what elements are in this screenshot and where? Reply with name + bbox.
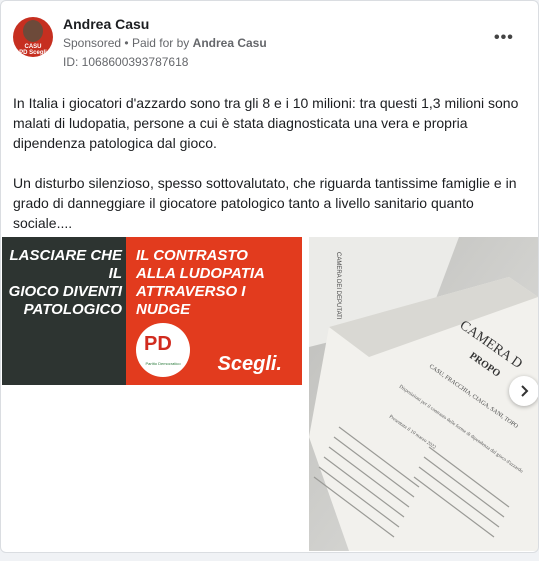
avatar-tag: CASU PD Scegli <box>19 44 47 56</box>
body-paragraph-2: Un disturbo silenzioso, spesso sottovalu… <box>13 175 517 231</box>
more-dots-icon[interactable]: ••• <box>494 29 514 47</box>
creative-left-panel: LASCIARE CHE IL GIOCO DIVENTI PATOLOGICO <box>2 237 126 385</box>
paid-for-prefix: Paid for by <box>131 36 190 50</box>
scegli-cta-text: Scegli. <box>217 353 282 375</box>
avatar[interactable]: CASU PD Scegli <box>13 17 53 57</box>
avatar-face <box>23 20 43 42</box>
document-photo: CAMERA DEI DEPUTATI CAMERA D PROPO CASU,… <box>309 237 538 551</box>
creative-right-text: IL CONTRASTO ALLA LUDOPATIA ATTRAVERSO I… <box>136 247 265 318</box>
sponsored-label: Sponsored <box>63 36 122 50</box>
pd-logo: PD Partito Democratico <box>136 323 190 377</box>
carousel-image-2[interactable]: CAMERA DEI DEPUTATI CAMERA D PROPO CASU,… <box>309 237 538 551</box>
ad-card: CASU PD Scegli Andrea Casu Sponsored • P… <box>0 0 539 553</box>
chevron-right-icon[interactable] <box>509 376 538 406</box>
sponsored-line: Sponsored • Paid for by Andrea Casu <box>63 36 267 50</box>
doc-header-text: CAMERA DEI DEPUTATI <box>335 252 341 320</box>
chevron-right-icon-glyph <box>521 385 529 397</box>
paid-for-name: Andrea Casu <box>192 36 267 50</box>
post-body: In Italia i giocatori d'azzardo sono tra… <box>13 93 528 253</box>
carousel-image-1[interactable]: LASCIARE CHE IL GIOCO DIVENTI PATOLOGICO… <box>2 237 302 385</box>
ad-id: ID: 1068600393787618 <box>63 55 189 69</box>
author-name[interactable]: Andrea Casu <box>63 16 149 32</box>
creative-left-text: LASCIARE CHE IL GIOCO DIVENTI PATOLOGICO <box>8 247 122 318</box>
body-paragraph-1: In Italia i giocatori d'azzardo sono tra… <box>13 95 519 151</box>
creative-right-panel: IL CONTRASTO ALLA LUDOPATIA ATTRAVERSO I… <box>126 237 302 385</box>
